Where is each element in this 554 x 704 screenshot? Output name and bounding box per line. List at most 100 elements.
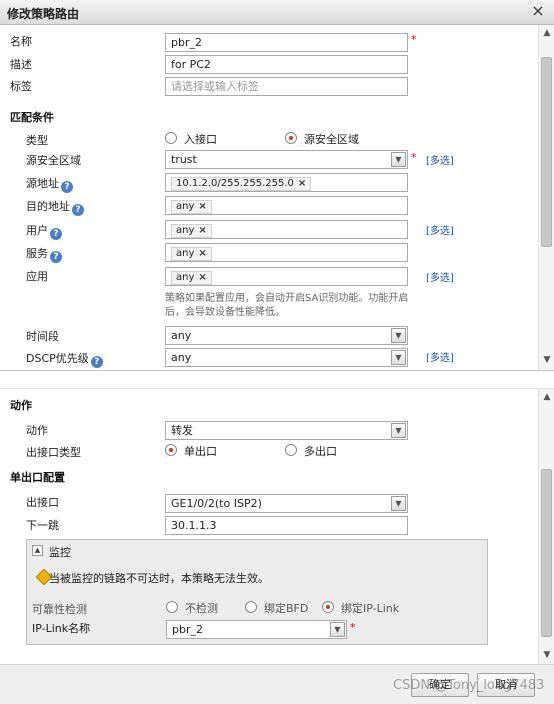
dialog-title: 修改策略路由: [7, 7, 80, 21]
src-zone-label: 源安全区域: [26, 154, 81, 167]
app-note-line-2: 后，会导致设备性能降低。: [165, 307, 285, 318]
help-icon[interactable]: ?: [61, 181, 73, 193]
iplink-select[interactable]: pbr_2 ▼: [166, 620, 347, 639]
chevron-down-icon[interactable]: ▼: [391, 423, 406, 438]
app-label: 应用: [26, 270, 48, 283]
close-icon[interactable]: ×: [530, 3, 546, 19]
dst-addr-label-text: 目的地址: [26, 200, 70, 213]
user-field[interactable]: any ×: [165, 220, 408, 239]
panel-separator: [0, 370, 554, 388]
scrollbar-thumb[interactable]: [541, 469, 552, 637]
chevron-down-icon[interactable]: ▼: [391, 152, 406, 167]
monitor-group: ▲ 监控 当被监控的链路不可达时，本策略无法生效。 可靠性检测 不检测 绑定BF…: [26, 539, 488, 645]
dialog-footer: 确定 取消 CSDN @Tony_long7483: [0, 664, 554, 704]
app-note-line-1: 策略如果配置应用，会自动开启SA识别功能。功能开启: [165, 293, 409, 304]
app-multi-select-link[interactable]: [多选]: [426, 269, 454, 284]
app-tag-text: any: [176, 272, 195, 283]
app-field[interactable]: any ×: [165, 267, 408, 286]
user-tag-text: any: [176, 225, 195, 236]
user-tag: any ×: [171, 224, 212, 238]
radio-in-interface-label: 入接口: [184, 133, 217, 146]
help-icon[interactable]: ?: [90, 356, 103, 368]
match-section-title: 匹配条件: [10, 111, 54, 124]
desc-field[interactable]: for PC2: [165, 55, 408, 74]
monitor-title: 监控: [49, 546, 71, 559]
single-out-section-title: 单出口配置: [10, 471, 65, 484]
service-label-text: 服务: [26, 247, 48, 260]
action-section-title: 动作: [10, 399, 32, 412]
service-tag-text: any: [176, 248, 195, 259]
src-addr-label-text: 源地址: [26, 177, 59, 190]
time-value: any: [171, 329, 192, 342]
src-zone-required-mark: *: [411, 151, 417, 164]
radio-single-out[interactable]: [165, 444, 177, 456]
next-hop-label: 下一跳: [26, 519, 59, 532]
scrollbar-thumb[interactable]: [541, 57, 552, 247]
help-icon[interactable]: ?: [50, 251, 62, 263]
iplink-label: IP-Link名称: [32, 622, 91, 635]
type-label: 类型: [26, 134, 48, 147]
src-addr-label: 源地址?: [26, 175, 73, 193]
radio-no-detect-label: 不检测: [185, 602, 218, 615]
radio-bind-bfd-label: 绑定BFD: [264, 602, 309, 615]
iplink-value: pbr_2: [172, 623, 203, 636]
scroll-up-icon[interactable]: ▲: [540, 27, 554, 39]
action-select[interactable]: 转发 ▼: [165, 421, 408, 440]
remove-tag-icon[interactable]: ×: [198, 225, 206, 236]
radio-no-detect[interactable]: [166, 601, 178, 613]
help-icon[interactable]: ?: [72, 204, 84, 216]
next-hop-field[interactable]: 30.1.1.3: [165, 516, 408, 535]
scroll-up-icon[interactable]: ▲: [540, 391, 554, 403]
help-icon[interactable]: ?: [50, 228, 62, 240]
dst-addr-field[interactable]: any ×: [165, 196, 408, 215]
radio-bind-bfd[interactable]: [245, 601, 257, 613]
radio-multi-out[interactable]: [285, 444, 297, 456]
watermark: CSDN @Tony_long7483: [393, 678, 545, 693]
match-panel: 名称 pbr_2 * 描述 for PC2 标签 请选择或输入标签 匹配条件 类…: [0, 25, 554, 370]
radio-src-zone-label: 源安全区域: [304, 133, 359, 146]
tag-label: 标签: [10, 80, 32, 93]
name-field[interactable]: pbr_2: [165, 33, 408, 52]
time-select[interactable]: any ▼: [165, 326, 408, 345]
radio-bind-iplink[interactable]: [322, 601, 334, 613]
remove-tag-icon[interactable]: ×: [198, 201, 206, 212]
remove-tag-icon[interactable]: ×: [198, 248, 206, 259]
service-field[interactable]: any ×: [165, 243, 408, 262]
service-tag: any ×: [171, 247, 212, 261]
reliability-label: 可靠性检测: [32, 603, 87, 616]
collapse-toggle-icon[interactable]: ▲: [32, 545, 43, 556]
src-zone-multi-select-link[interactable]: [多选]: [426, 152, 454, 167]
out-if-value: GE1/0/2(to ISP2): [171, 497, 262, 510]
src-zone-select[interactable]: trust ▼: [165, 150, 408, 169]
radio-in-interface[interactable]: [165, 132, 177, 144]
user-multi-select-link[interactable]: [多选]: [426, 222, 454, 237]
scrollbar[interactable]: ▲ ▼: [538, 25, 554, 370]
user-label: 用户?: [26, 222, 62, 240]
scrollbar[interactable]: ▲ ▼: [538, 389, 554, 664]
scroll-down-icon[interactable]: ▼: [540, 649, 554, 661]
src-addr-field[interactable]: 10.1.2.0/255.255.255.0 ×: [165, 173, 408, 192]
iplink-required-mark: *: [350, 621, 356, 634]
tag-input[interactable]: 请选择或输入标签: [165, 77, 408, 96]
dscp-select[interactable]: any ▼: [165, 348, 408, 367]
action-panel: 动作 动作 转发 ▼ 出接口类型 单出口 多出口 单出口配置 出接口 GE1/0…: [0, 388, 554, 664]
dscp-multi-select-link[interactable]: [多选]: [426, 349, 454, 364]
out-if-select[interactable]: GE1/0/2(to ISP2) ▼: [165, 494, 408, 513]
remove-tag-icon[interactable]: ×: [298, 178, 306, 189]
chevron-down-icon[interactable]: ▼: [391, 328, 406, 343]
dst-addr-tag: any ×: [171, 200, 212, 214]
scroll-down-icon[interactable]: ▼: [540, 354, 554, 366]
time-label: 时间段: [26, 330, 59, 343]
radio-multi-out-label: 多出口: [304, 445, 337, 458]
dscp-label-text: DSCP优先级: [26, 352, 89, 365]
remove-tag-icon[interactable]: ×: [198, 272, 206, 283]
dscp-label: DSCP优先级?: [26, 350, 103, 368]
chevron-down-icon[interactable]: ▼: [330, 622, 345, 637]
radio-src-zone[interactable]: [285, 132, 297, 144]
src-addr-tag: 10.1.2.0/255.255.255.0 ×: [171, 177, 312, 191]
radio-bind-iplink-label: 绑定IP-Link: [341, 602, 400, 615]
src-zone-value: trust: [171, 153, 197, 166]
chevron-down-icon[interactable]: ▼: [391, 496, 406, 511]
chevron-down-icon[interactable]: ▼: [391, 350, 406, 365]
user-label-text: 用户: [26, 224, 48, 237]
